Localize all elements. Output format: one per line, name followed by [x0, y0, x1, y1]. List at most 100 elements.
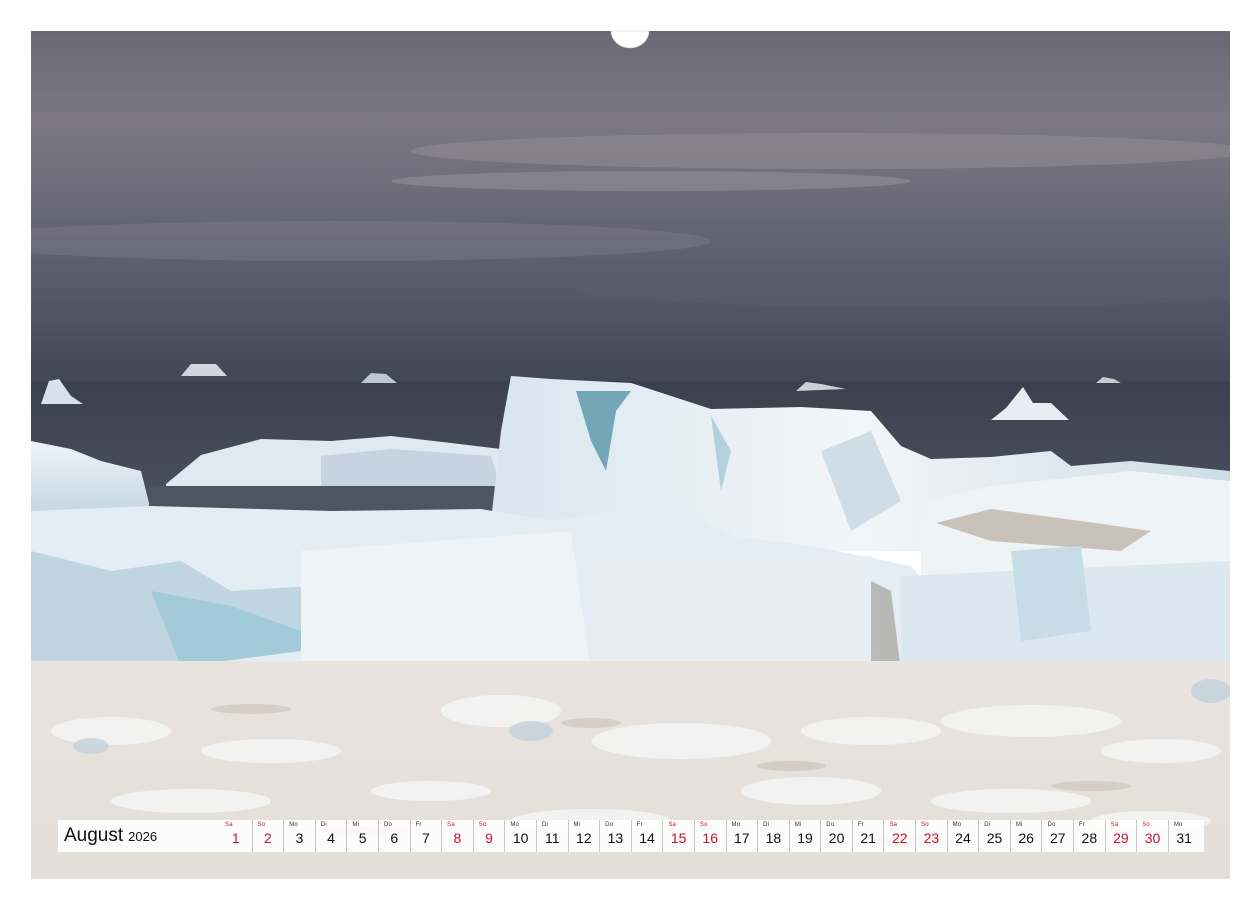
day-cell: Sa 29: [1104, 820, 1137, 852]
day-cell: Sa 15: [662, 820, 694, 852]
day-cell: Do 20: [820, 820, 852, 852]
day-cell: Do 13: [599, 820, 631, 852]
day-number: 28: [1081, 830, 1098, 846]
day-cell: Di 4: [314, 820, 347, 852]
weekday-label: Fr: [415, 822, 422, 828]
weekday-label: Do: [826, 822, 835, 828]
weekday-label: Mo: [731, 822, 741, 828]
day-cell: So 9: [472, 820, 505, 852]
weekday-label: So: [1142, 822, 1150, 828]
day-number: 2: [263, 830, 272, 846]
day-cell: Do 27: [1041, 820, 1073, 852]
weekday-label: Mo: [289, 822, 298, 828]
weekday-label: Di: [541, 822, 549, 828]
day-number: 24: [955, 830, 971, 846]
hanger-notch: [610, 30, 650, 49]
day-cell: Sa 8: [441, 820, 473, 852]
weekday-label: Di: [763, 822, 770, 828]
day-cell: Fr 14: [630, 820, 663, 852]
month-name: August: [64, 825, 124, 846]
day-number: 18: [765, 830, 782, 846]
day-cell: So 23: [915, 820, 947, 852]
day-cell: Mi 26: [1009, 820, 1042, 852]
day-cell: Fr 21: [851, 820, 884, 852]
day-cell: Mo 10: [504, 820, 536, 852]
weekday-label: Mi: [573, 822, 581, 828]
day-number: 8: [453, 830, 462, 846]
day-number: 12: [576, 830, 592, 846]
day-cell: Mi 19: [788, 820, 821, 852]
weekday-label: Sa: [447, 822, 455, 828]
day-cell: Sa 22: [883, 820, 915, 852]
day-cell: Di 25: [978, 820, 1010, 852]
day-number: 1: [231, 830, 240, 846]
day-number: 13: [607, 830, 624, 846]
day-cell: Mi 5: [346, 820, 378, 852]
day-cell: Di 11: [535, 820, 568, 852]
weekday-label: Sa: [889, 822, 898, 828]
day-number: 19: [797, 830, 813, 846]
weekday-label: So: [257, 822, 266, 828]
day-cell: Mi 12: [567, 820, 600, 852]
day-number: 15: [670, 830, 687, 846]
day-number: 4: [327, 830, 335, 846]
weekday-label: Mi: [1015, 822, 1023, 828]
day-cell: Fr 7: [409, 820, 442, 852]
day-cell: Mo 24: [946, 820, 979, 852]
day-cell: So 30: [1136, 820, 1168, 852]
day-number: 7: [421, 830, 430, 846]
iceberg-landscape-photo-icon: [31, 31, 1230, 879]
day-number: 6: [390, 830, 399, 846]
weekday-label: Mo: [952, 822, 962, 828]
weekday-label: Fr: [857, 822, 864, 828]
day-number: 10: [512, 830, 529, 846]
weekday-label: Do: [605, 822, 614, 828]
calendar-bar: August 2026 Sa 1 So 2 Mo 3 Di 4 Mi 5 Do 6 Fr 7 Sa 8 So 9 M…: [58, 820, 1204, 852]
weekday-label: Mi: [352, 822, 360, 828]
weekday-label: Mo: [1173, 822, 1183, 828]
weekday-label: Sa: [1110, 822, 1119, 828]
weekday-label: Do: [1047, 822, 1056, 828]
weekday-label: Sa: [668, 822, 677, 828]
weekday-label: Mo: [510, 822, 520, 828]
day-number: 26: [1018, 830, 1034, 846]
weekday-label: So: [478, 822, 487, 828]
month-label: August 2026: [58, 820, 220, 852]
day-number: 5: [358, 830, 367, 846]
weekday-label: Mi: [794, 822, 802, 828]
hanger-notch-icon: [610, 30, 650, 49]
day-number: 21: [860, 830, 876, 846]
day-cell: Mo 3: [283, 820, 315, 852]
day-cell: Di 18: [757, 820, 789, 852]
day-number: 16: [702, 830, 718, 846]
weekday-label: Fr: [1079, 822, 1086, 828]
day-number: 22: [891, 830, 908, 846]
day-number: 27: [1049, 830, 1066, 846]
day-number: 25: [986, 830, 1003, 846]
day-cell: So 16: [693, 820, 726, 852]
day-number: 17: [734, 830, 750, 846]
day-number: 9: [485, 830, 493, 846]
weekday-label: Fr: [636, 822, 643, 828]
month-year: 2026: [128, 828, 158, 844]
day-cell: So 2: [251, 820, 284, 852]
weekday-label: Sa: [225, 822, 233, 828]
day-cell: Fr 28: [1073, 820, 1105, 852]
day-cell: Sa 1: [220, 820, 252, 852]
weekday-label: Di: [984, 822, 991, 828]
weekday-label: Do: [383, 822, 393, 828]
weekday-label: So: [921, 822, 929, 828]
day-number: 23: [923, 830, 940, 846]
iceberg-photo: [31, 31, 1230, 879]
day-number: 31: [1176, 830, 1192, 846]
day-number: 20: [828, 830, 845, 846]
day-number: 30: [1144, 830, 1161, 846]
day-number: 3: [295, 830, 304, 846]
day-number: 11: [544, 830, 560, 846]
day-list: Sa 1 So 2 Mo 3 Di 4 Mi 5 Do 6 Fr 7 Sa 8 So 9 Mo 10 Di 11 Mi 12 D…: [220, 820, 1199, 852]
day-number: 29: [1113, 830, 1129, 846]
day-number: 14: [639, 830, 655, 846]
day-cell: Mo 31: [1167, 820, 1200, 852]
weekday-label: Di: [320, 822, 327, 828]
weekday-label: So: [699, 822, 708, 828]
